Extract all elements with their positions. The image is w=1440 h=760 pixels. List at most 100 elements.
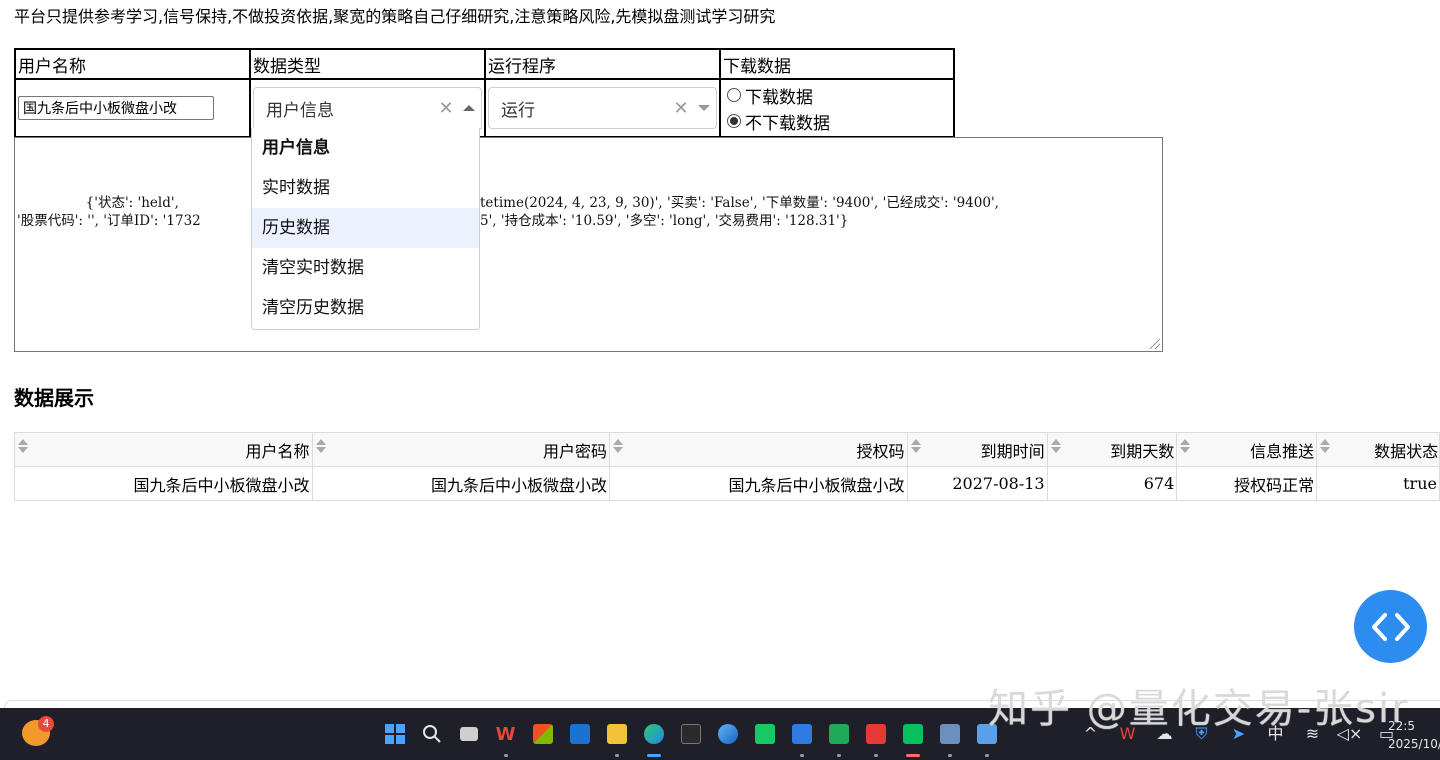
search-icon [422, 725, 441, 743]
column-header[interactable]: 信息推送 [1176, 432, 1318, 467]
dropdown-option[interactable]: 用户信息 [252, 128, 479, 168]
run-program-select[interactable]: 运行 ✕ [488, 87, 717, 129]
edge-dev-app[interactable] [709, 721, 746, 747]
sort-icon[interactable] [315, 438, 326, 453]
folder-icon [606, 724, 627, 744]
wps-app[interactable]: W [487, 721, 524, 757]
data-type-dropdown-menu: 用户信息 实时数据 历史数据 清空实时数据 清空历史数据 [251, 128, 480, 330]
notification-badge: 4 [38, 716, 54, 732]
log-line1-right: tetime(2024, 4, 23, 9, 30)', '买卖': 'Fals… [480, 195, 999, 211]
resize-grip-icon[interactable] [1150, 339, 1160, 349]
data-type-selected-value: 用户信息 [266, 100, 334, 121]
column-header[interactable]: 数据状态 [1316, 432, 1440, 467]
tool-app[interactable] [931, 721, 968, 757]
wechat-icon [902, 724, 923, 744]
radio-button[interactable] [727, 88, 741, 102]
header-download-data: 下载数据 [719, 48, 955, 80]
table-cell: 国九条后中小板微盘小改 [609, 466, 908, 501]
caret-down-icon[interactable] [692, 105, 716, 111]
dropdown-option[interactable]: 清空实时数据 [252, 248, 479, 288]
clock-date: 2025/10/ [1388, 737, 1440, 751]
disclaimer-text: 平台只提供参考学习,信号保持,不做投资依据,聚宽的策略自己仔细研究,注意策略风险… [14, 7, 776, 26]
sort-icon[interactable] [910, 438, 921, 453]
table-cell: true [1316, 466, 1440, 501]
table-cell: 国九条后中小板微盘小改 [14, 466, 313, 501]
section-title: 数据展示 [14, 386, 94, 410]
wps-icon: W [495, 723, 516, 745]
column-header[interactable]: 到期天数 [1046, 432, 1178, 467]
page: 平台只提供参考学习,信号保持,不做投资依据,聚宽的策略自己仔细研究,注意策略风险… [0, 0, 1440, 708]
clear-icon[interactable]: ✕ [435, 98, 457, 119]
start-button[interactable] [376, 721, 413, 747]
column-header[interactable]: 到期时间 [906, 432, 1048, 467]
log-textarea[interactable]: {'状态': 'held', tetime(2024, 4, 23, 9, 30… [14, 137, 1163, 352]
search-button[interactable] [413, 721, 450, 747]
chat-app[interactable] [820, 721, 857, 757]
table-header-row: 用户名称 用户密码 授权码 到期时间 到期天数 信息推送 数据状态 [14, 432, 1440, 467]
store-icon [532, 724, 553, 744]
table-row[interactable]: 国九条后中小板微盘小改 国九条后中小板微盘小改 国九条后中小板微盘小改 2027… [14, 466, 1440, 501]
terminal-icon [680, 724, 701, 744]
app-icon [939, 724, 960, 744]
run-program-selected-value: 运行 [501, 100, 535, 121]
sort-icon[interactable] [1320, 438, 1331, 453]
blue-app[interactable] [783, 721, 820, 757]
terminal-app[interactable] [672, 721, 709, 747]
red-app[interactable] [857, 721, 894, 757]
task-view-button[interactable] [450, 721, 487, 747]
radio-button-checked[interactable] [727, 114, 741, 128]
data-type-select[interactable]: 用户信息 ✕ [253, 87, 482, 129]
log-line2-right: 5', '持仓成本': '10.59', '多空': 'long', '交易费用… [480, 213, 849, 229]
dropdown-option[interactable]: 实时数据 [252, 168, 479, 208]
log-line2-left: '股票代码': '', '订单ID': '1732 [17, 213, 201, 229]
header-run-program: 运行程序 [484, 48, 721, 80]
radio-download[interactable]: 下载数据 [721, 82, 953, 108]
mail-icon [569, 724, 590, 744]
wechat-app[interactable] [894, 721, 931, 757]
column-header[interactable]: 用户名称 [14, 432, 313, 467]
bookmark-icon [754, 724, 775, 744]
run-program-cell: 运行 ✕ [484, 78, 721, 138]
windows-icon [384, 724, 405, 744]
green-app[interactable] [746, 721, 783, 747]
sort-icon[interactable] [18, 438, 28, 453]
user-name-cell [14, 78, 251, 138]
edge-icon [643, 724, 664, 744]
table-cell: 674 [1046, 466, 1178, 501]
radio-label: 下载数据 [745, 87, 813, 108]
outlook-app[interactable] [561, 721, 598, 747]
user-name-input[interactable] [18, 96, 214, 120]
column-header[interactable]: 用户密码 [311, 432, 611, 467]
header-data-type: 数据类型 [249, 48, 486, 80]
dropdown-option[interactable]: 清空历史数据 [252, 288, 479, 328]
data-table: 用户名称 用户密码 授权码 到期时间 到期天数 信息推送 数据状态 国九条后中小… [14, 432, 1440, 501]
clear-icon[interactable]: ✕ [670, 98, 692, 119]
table-cell: 授权码正常 [1176, 466, 1318, 501]
file-explorer-app[interactable] [598, 721, 635, 757]
radio-no-download[interactable]: 不下载数据 [721, 108, 953, 134]
sort-icon[interactable] [1050, 438, 1061, 453]
log-line1-left: {'状态': 'held', [17, 195, 179, 211]
watermark-text: 知乎 @量化交易-张sir [988, 686, 1410, 732]
header-user-name: 用户名称 [14, 48, 251, 80]
browser-icon [717, 724, 738, 744]
caret-up-icon[interactable] [457, 105, 481, 111]
store-app[interactable] [524, 721, 561, 747]
task-view-icon [459, 727, 478, 741]
dropdown-option[interactable]: 历史数据 [252, 208, 479, 248]
app-icon [791, 724, 812, 744]
code-toggle-button[interactable] [1354, 590, 1427, 663]
radio-label: 不下载数据 [745, 113, 830, 134]
edge-app[interactable] [635, 721, 672, 757]
taskbar-apps: W [376, 721, 1005, 757]
table-cell: 2027-08-13 [906, 466, 1048, 501]
app-launcher-button[interactable]: 4 [22, 716, 54, 748]
table-cell: 国九条后中小板微盘小改 [311, 466, 611, 501]
download-cell: 下载数据 不下载数据 [719, 78, 955, 138]
column-header[interactable]: 授权码 [609, 432, 908, 467]
sort-icon[interactable] [613, 438, 624, 453]
sort-icon[interactable] [1180, 438, 1191, 453]
code-brackets-icon [1371, 612, 1410, 641]
chat-icon [828, 724, 849, 744]
control-table: 用户名称 数据类型 运行程序 下载数据 用户信息 ✕ 运行 ✕ [14, 48, 955, 138]
